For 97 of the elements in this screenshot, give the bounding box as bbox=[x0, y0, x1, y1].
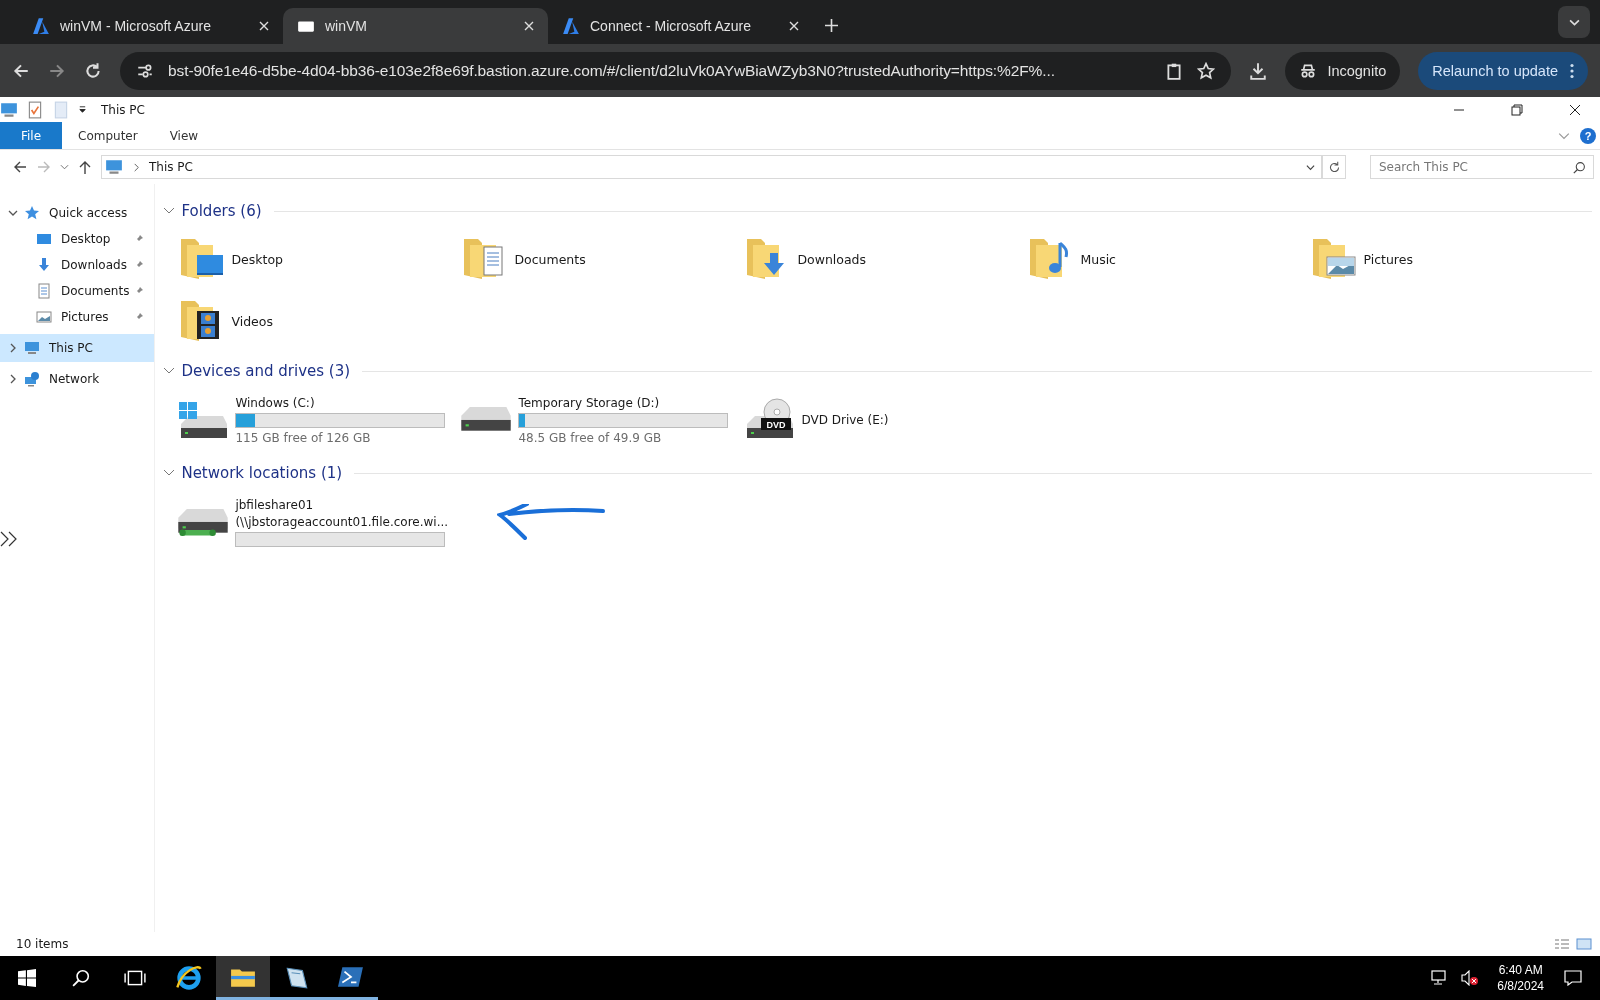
collapse-icon[interactable] bbox=[163, 469, 176, 477]
back-icon[interactable] bbox=[12, 159, 28, 175]
network-icon bbox=[23, 371, 41, 387]
free-space-text: 48.5 GB free of 49.9 GB bbox=[518, 430, 663, 445]
ribbon-tab[interactable]: Computer bbox=[62, 122, 154, 149]
drive-item[interactable]: Temporary Storage (D:) 48.5 GB free of 49.9 GB bbox=[460, 390, 744, 450]
section-heading[interactable]: Devices and drives (3) bbox=[181, 362, 351, 380]
close-icon[interactable] bbox=[1569, 103, 1581, 116]
nav-item[interactable]: This PC bbox=[0, 334, 155, 362]
item-count: 10 items bbox=[16, 937, 69, 951]
folder-name: Desktop bbox=[231, 251, 283, 267]
drive-item[interactable]: Windows (C:) 115 GB free of 126 GB bbox=[177, 390, 461, 450]
tiles-view-icon[interactable] bbox=[1576, 938, 1592, 950]
folder-name: Downloads bbox=[797, 251, 867, 267]
azure-logo-icon bbox=[32, 17, 50, 35]
computer-icon bbox=[0, 100, 18, 119]
collapse-icon[interactable] bbox=[163, 207, 176, 215]
browser-tab[interactable]: winVM bbox=[283, 8, 548, 44]
folder-name: Pictures bbox=[1363, 251, 1413, 267]
browser-e-icon bbox=[175, 964, 203, 992]
section-heading[interactable]: Folders (6) bbox=[181, 202, 262, 220]
drive-name: Windows (C:) bbox=[235, 395, 316, 410]
chevron-down-icon bbox=[1568, 18, 1580, 26]
chevron-down-icon[interactable] bbox=[8, 208, 18, 218]
drive-item[interactable]: DVD DVD Drive (E:) bbox=[743, 390, 1027, 450]
drive-name: DVD Drive (E:) bbox=[801, 413, 890, 427]
tab-title: winVM bbox=[325, 18, 368, 34]
folder-item[interactable]: Desktop bbox=[177, 228, 461, 290]
search-icon bbox=[72, 969, 90, 987]
document-icon bbox=[35, 283, 53, 299]
address-field[interactable]: This PC bbox=[101, 155, 1322, 179]
drive-item[interactable]: jbfileshare01 (\\jbstorageaccount01.file.core.wi... bbox=[177, 492, 461, 552]
nav-item[interactable]: Downloads bbox=[0, 252, 155, 278]
restore-icon[interactable] bbox=[1511, 103, 1523, 116]
refresh-icon bbox=[1327, 160, 1341, 174]
plus-icon[interactable] bbox=[825, 19, 838, 32]
relaunch-button[interactable]: Relaunch to update bbox=[1418, 51, 1588, 90]
download-icon[interactable] bbox=[1249, 61, 1268, 80]
chevron-right-icon[interactable] bbox=[8, 374, 18, 384]
share-path: (\\jbstorageaccount01.file.core.wi... bbox=[235, 514, 446, 529]
folder-item[interactable]: Music bbox=[1026, 228, 1310, 290]
address-bar[interactable]: bst-90fe1e46-d5be-4d04-bb36-e103e2f8e69f.bastion.azure.com/#/client/d2luVk0AYwBiaWZyb3N0?trustedAuthority=https:%2F%... bbox=[120, 51, 1232, 90]
chevron-right-icon[interactable] bbox=[8, 343, 18, 353]
computer-icon bbox=[104, 158, 124, 176]
browser-tab[interactable]: Connect - Microsoft Azure bbox=[548, 8, 813, 44]
nav-item[interactable]: Quick access bbox=[0, 200, 155, 226]
notification-icon[interactable] bbox=[1564, 970, 1582, 986]
more-icon bbox=[1570, 62, 1574, 79]
properties-icon[interactable] bbox=[26, 100, 44, 119]
windows-logo-icon bbox=[18, 969, 36, 987]
refresh-button[interactable] bbox=[1322, 155, 1346, 179]
drive-name: jbfileshare01 bbox=[235, 497, 315, 512]
folder-name: Music bbox=[1080, 251, 1116, 267]
url-text: bst-90fe1e46-d5be-4d04-bb36-e103e2f8e69f.bastion.azure.com/#/client/d2luVk0AYwBiaWZyb3N0?trustedAuthority=https:%2F%... bbox=[168, 61, 1056, 80]
nav-item[interactable]: Documents bbox=[0, 278, 155, 304]
double-chevron-icon[interactable] bbox=[0, 531, 18, 547]
chevron-right-icon[interactable] bbox=[132, 162, 141, 172]
reload-icon[interactable] bbox=[84, 61, 102, 80]
clock[interactable]: 6:40 AM 6/8/2024 bbox=[1485, 956, 1556, 1000]
folder-item[interactable]: Videos bbox=[177, 290, 461, 352]
terminal-icon bbox=[338, 965, 364, 988]
picture-icon bbox=[35, 309, 53, 325]
computer-icon bbox=[23, 340, 41, 356]
star-icon[interactable] bbox=[1197, 61, 1216, 80]
search-icon[interactable] bbox=[1573, 161, 1586, 174]
chevron-down-icon[interactable] bbox=[1306, 162, 1315, 172]
monitor-icon bbox=[35, 231, 53, 247]
folder-name: Documents bbox=[514, 251, 586, 267]
network-drive-icon bbox=[177, 508, 230, 537]
star-icon bbox=[23, 205, 41, 221]
search-field[interactable]: Search This PC bbox=[1370, 155, 1594, 179]
window-title: This PC bbox=[101, 102, 145, 117]
help-icon[interactable]: ? bbox=[1580, 127, 1596, 144]
task-view-icon bbox=[124, 969, 146, 987]
dropdown-icon[interactable] bbox=[78, 105, 87, 114]
azure-logo-icon bbox=[562, 17, 580, 35]
ribbon-tab[interactable]: View bbox=[153, 122, 215, 149]
tab-title: winVM - Microsoft Azure bbox=[60, 18, 212, 34]
browser-tab[interactable]: winVM - Microsoft Azure bbox=[18, 8, 283, 44]
clipboard-icon[interactable] bbox=[1165, 61, 1184, 80]
drive-name: Temporary Storage (D:) bbox=[518, 395, 661, 410]
nav-item[interactable]: Network bbox=[0, 366, 155, 392]
file-explorer-app-button[interactable] bbox=[216, 956, 270, 1000]
volume-muted-icon[interactable] bbox=[1461, 970, 1480, 986]
tab-title: Connect - Microsoft Azure bbox=[590, 18, 753, 34]
folder-item[interactable]: Downloads bbox=[743, 228, 1027, 290]
tab-list-button[interactable] bbox=[1558, 6, 1590, 38]
collapse-icon[interactable] bbox=[163, 367, 176, 375]
section-heading[interactable]: Network locations (1) bbox=[181, 464, 343, 482]
incognito-indicator[interactable]: Incognito bbox=[1285, 51, 1401, 90]
folder-name: Videos bbox=[231, 313, 273, 329]
free-space-text: 115 GB free of 126 GB bbox=[235, 430, 372, 445]
nav-item[interactable]: Pictures bbox=[0, 304, 155, 330]
folder-item[interactable]: Pictures bbox=[1309, 228, 1593, 290]
up-icon[interactable] bbox=[77, 159, 93, 175]
nav-item[interactable]: Desktop bbox=[0, 226, 155, 252]
folder-item[interactable]: Documents bbox=[460, 228, 744, 290]
